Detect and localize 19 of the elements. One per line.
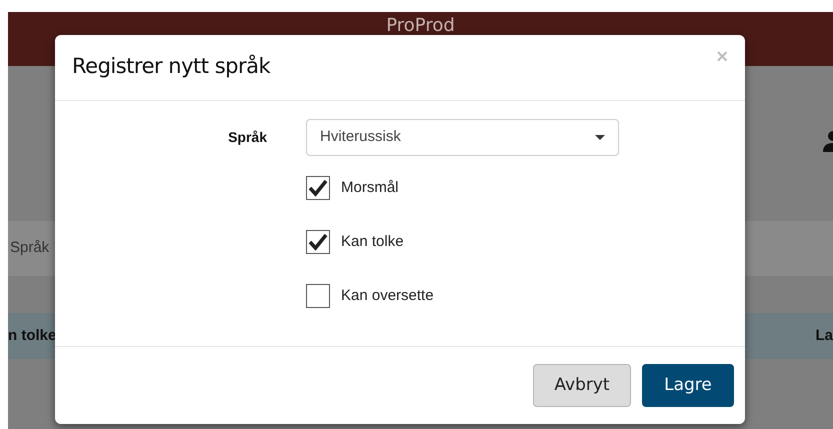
caret-icon xyxy=(595,135,605,140)
checkbox[interactable] xyxy=(306,284,330,308)
column-header: n tolke xyxy=(8,326,56,346)
column-header: La xyxy=(815,326,833,346)
checkbox-label: Kan tolke xyxy=(341,232,404,252)
language-select[interactable]: Hviterussisk xyxy=(306,119,619,156)
checkmark-icon xyxy=(308,179,328,197)
cancel-button[interactable]: Avbryt xyxy=(533,364,631,407)
checkbox-label: Morsmål xyxy=(341,178,399,198)
dialog-title: Registrer nytt språk xyxy=(72,52,270,80)
save-button[interactable]: Lagre xyxy=(642,364,734,407)
person-icon xyxy=(823,130,833,152)
checkbox[interactable] xyxy=(306,230,330,254)
checkbox[interactable] xyxy=(306,176,330,200)
app-title: ProProd xyxy=(386,15,455,37)
tab-label[interactable]: Språk xyxy=(10,237,50,260)
checkmark-icon xyxy=(308,233,328,251)
checkbox-label: Kan oversette xyxy=(341,286,434,306)
field-label: Språk xyxy=(227,128,267,147)
